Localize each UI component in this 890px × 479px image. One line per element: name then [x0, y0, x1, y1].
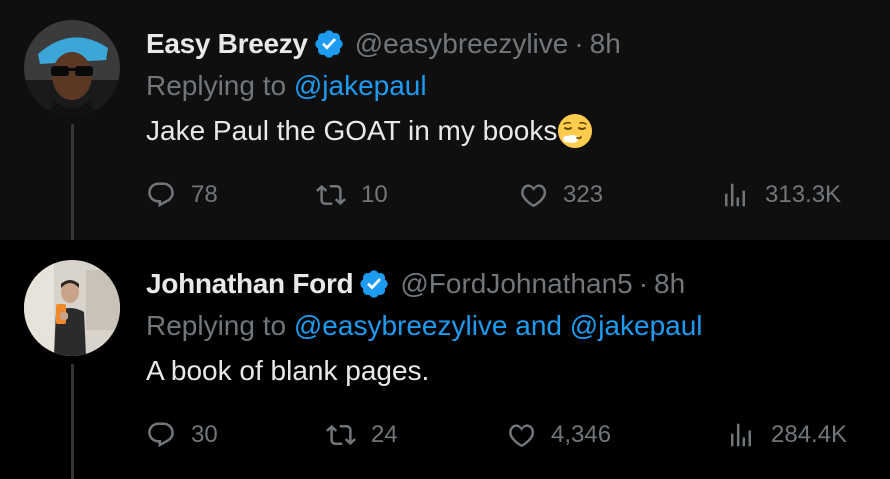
reply-icon	[148, 182, 174, 208]
tweet-text-content: Jake Paul the GOAT in my books	[146, 115, 558, 146]
author-handle[interactable]: @FordJohnathan5	[400, 267, 632, 301]
relieved-face-emoji-icon	[557, 113, 593, 149]
views-button[interactable]: 284.4K	[726, 418, 847, 452]
tweet-actions: 78 10 323 313.3K	[0, 178, 890, 214]
repost-button[interactable]: 24	[326, 418, 398, 452]
like-button[interactable]: 323	[518, 178, 603, 212]
tweet-text: Jake Paul the GOAT in my books	[146, 112, 593, 150]
timestamp[interactable]: 8h	[590, 27, 621, 61]
views-count: 284.4K	[771, 421, 848, 448]
replying-to-line: Replying to @easybreezylive and @jakepau…	[146, 309, 703, 343]
avatar[interactable]	[24, 260, 120, 356]
verified-badge-icon	[358, 268, 390, 300]
repost-icon	[326, 424, 356, 446]
author-name[interactable]: Easy Breezy	[146, 27, 308, 61]
separator-dot: ·	[574, 28, 584, 59]
reply-count: 30	[191, 421, 218, 448]
views-icon	[731, 423, 751, 447]
avatar-easy-breezy-image	[24, 20, 120, 116]
timestamp[interactable]: 8h	[654, 267, 685, 301]
views-count: 313.3K	[765, 181, 842, 208]
verified-badge-icon	[313, 28, 345, 60]
views-button[interactable]: 313.3K	[720, 178, 841, 212]
tweet-text: A book of blank pages.	[146, 352, 429, 390]
avatar[interactable]	[24, 20, 120, 116]
repost-icon	[316, 184, 346, 206]
replying-to-line: Replying to @jakepaul	[146, 69, 427, 103]
tweet-header: Easy Breezy @easybreezylive · 8h	[146, 27, 621, 61]
author-handle[interactable]: @easybreezylive	[355, 27, 569, 61]
avatar-johnathan-ford-image	[24, 260, 120, 356]
repost-count: 24	[371, 421, 398, 448]
reply-button[interactable]: 78	[146, 178, 218, 212]
views-icon	[725, 183, 745, 207]
mention-joiner: and	[515, 310, 562, 341]
replying-to-label: Replying to	[146, 70, 287, 101]
tweet-header: Johnathan Ford @FordJohnathan5 · 8h	[146, 267, 685, 301]
repost-count: 10	[361, 181, 388, 208]
like-icon	[521, 184, 547, 208]
repost-button[interactable]: 10	[316, 178, 388, 212]
mention-link[interactable]: @jakepaul	[294, 70, 427, 101]
mention-link[interactable]: @easybreezylive	[294, 310, 508, 341]
reply-icon	[148, 422, 174, 448]
tweet-actions: 30 24 4,346 284.4K	[0, 418, 890, 454]
like-count: 4,346	[551, 421, 612, 448]
tweet[interactable]: Easy Breezy @easybreezylive · 8h Replyin…	[0, 0, 890, 240]
mention-link[interactable]: @jakepaul	[570, 310, 703, 341]
tweet-text-content: A book of blank pages.	[146, 355, 430, 386]
tweet[interactable]: Johnathan Ford @FordJohnathan5 · 8h Repl…	[0, 240, 890, 479]
separator-dot: ·	[638, 268, 649, 299]
replying-to-label: Replying to	[146, 310, 287, 341]
like-count: 323	[563, 181, 604, 208]
author-name[interactable]: Johnathan Ford	[146, 267, 354, 301]
like-icon	[509, 424, 535, 448]
reply-button[interactable]: 30	[146, 418, 218, 452]
reply-count: 78	[191, 181, 218, 208]
like-button[interactable]: 4,346	[506, 418, 611, 452]
